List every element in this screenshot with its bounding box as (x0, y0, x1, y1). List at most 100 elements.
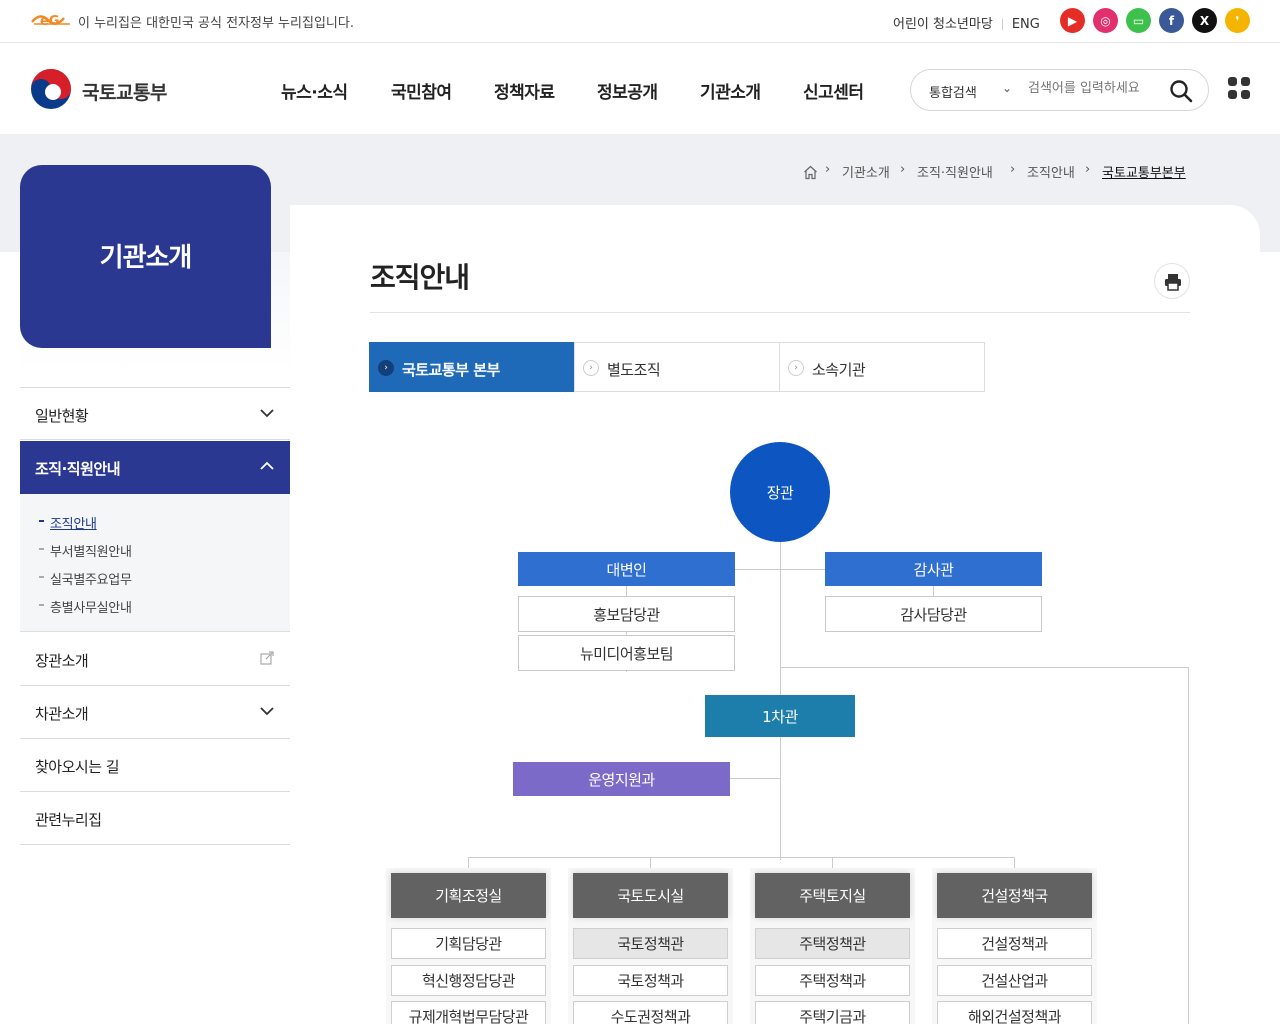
facebook-icon[interactable]: f (1159, 8, 1184, 33)
sidebar-item-vice-minister[interactable]: 차관소개 (20, 686, 290, 739)
site-name[interactable]: 국토교통부 (82, 78, 167, 105)
org-unit[interactable]: 주택정책관 (755, 928, 910, 959)
sidebar-item-organization[interactable]: 조직·직원안내 (20, 441, 290, 494)
org-line (468, 857, 1014, 858)
gnb-report[interactable]: 신고센터 (803, 78, 864, 103)
org-unit[interactable]: 홍보담당관 (518, 596, 735, 632)
gnb-news[interactable]: 뉴스·소식 (281, 78, 348, 103)
all-menu-icon[interactable] (1228, 77, 1250, 101)
org-unit[interactable]: 주택정책과 (755, 965, 910, 996)
org-unit[interactable]: 기획담당관 (391, 928, 546, 959)
org-unit[interactable]: 건설정책과 (937, 928, 1092, 959)
top-links: 어린이 청소년마당 ENG (893, 13, 1040, 32)
chevron-right-icon: › (1010, 162, 1016, 177)
sidebar-item-label: 찾아오시는 길 (35, 758, 120, 776)
divider (370, 312, 1190, 313)
sidebar-submenu: 조직안내 부서별직원안내 실국별주요업무 층별사무실안내 (20, 494, 290, 632)
search-scope-select[interactable]: 통합검색 (929, 82, 977, 101)
external-link-icon (260, 651, 274, 665)
chevron-right-icon: › (583, 360, 599, 376)
submenu-floor-offices[interactable]: 층별사무실안내 (50, 597, 132, 616)
blog-icon[interactable]: ▭ (1126, 8, 1151, 33)
org-unit[interactable]: 주택기금과 (755, 1001, 910, 1024)
divider (1001, 19, 1003, 30)
tab-label: 국토교통부 본부 (402, 361, 500, 379)
submenu-main-duties[interactable]: 실국별주요업무 (50, 569, 132, 588)
gnb-disclosure[interactable]: 정보공개 (597, 78, 658, 103)
org-unit[interactable]: 뉴미디어홍보팀 (518, 635, 735, 671)
org-unit[interactable]: 혁신행정담당관 (391, 965, 546, 996)
submenu-staff-by-dept[interactable]: 부서별직원안내 (50, 541, 132, 560)
org-minister[interactable]: 장관 (730, 442, 830, 542)
tab-affiliated[interactable]: › 소속기관 (779, 342, 985, 392)
submenu-org-guide[interactable]: 조직안내 (50, 513, 97, 532)
gnb-participation[interactable]: 국민참여 (391, 78, 452, 103)
chevron-right-icon: › (900, 162, 906, 177)
org-line (780, 667, 1189, 668)
gov-banner: eG 이 누리집은 대한민국 공식 전자정부 누리집입니다. 어린이 청소년마당… (0, 0, 1280, 43)
site-header: 국토교통부 뉴스·소식 국민참여 정책자료 정보공개 기관소개 신고센터 통합검… (0, 43, 1280, 134)
taegeuk-logo-icon[interactable] (30, 68, 72, 110)
chevron-down-icon (260, 409, 274, 418)
kakaostory-icon[interactable]: ❜ (1225, 8, 1250, 33)
search-icon[interactable] (1169, 79, 1193, 103)
org-line (1188, 667, 1189, 1024)
page-title: 조직안내 (370, 261, 470, 294)
tab-label: 별도조직 (607, 361, 661, 379)
org-unit[interactable]: 해외건설정책과 (937, 1001, 1092, 1024)
sidebar-title: 기관소개 (99, 243, 193, 273)
sidebar-item-minister[interactable]: 장관소개 (20, 633, 290, 686)
org-department[interactable]: 주택토지실 (755, 873, 910, 918)
org-auditor[interactable]: 감사관 (825, 552, 1042, 586)
org-spokesperson[interactable]: 대변인 (518, 552, 735, 586)
eng-link[interactable]: ENG (1012, 17, 1040, 32)
org-unit[interactable]: 국토정책관 (573, 928, 728, 959)
tab-separate-org[interactable]: › 별도조직 (574, 342, 780, 392)
chevron-down-icon (260, 707, 274, 716)
search-box: 통합검색 ⌄ (910, 69, 1209, 111)
org-unit[interactable]: 건설산업과 (937, 965, 1092, 996)
home-icon[interactable] (803, 165, 818, 180)
breadcrumb-organization[interactable]: 조직·직원안내 (917, 162, 993, 181)
gnb-about[interactable]: 기관소개 (700, 78, 761, 103)
kids-link[interactable]: 어린이 청소년마당 (893, 17, 993, 32)
chevron-right-icon: › (788, 360, 804, 376)
print-button[interactable] (1154, 263, 1190, 299)
gov-notice: 이 누리집은 대한민국 공식 전자정부 누리집입니다. (78, 16, 354, 31)
org-unit[interactable]: 국토정책과 (573, 965, 728, 996)
org-department[interactable]: 국토도시실 (573, 873, 728, 918)
print-icon (1165, 274, 1181, 291)
x-icon[interactable]: X (1192, 8, 1217, 33)
bullet (39, 604, 44, 606)
org-unit[interactable]: 감사담당관 (825, 596, 1042, 632)
org-vice-minister[interactable]: 1차관 (705, 695, 855, 737)
breadcrumb-org-guide[interactable]: 조직안내 (1027, 162, 1075, 181)
sidebar-item-label: 관련누리집 (35, 811, 102, 829)
org-line (730, 778, 780, 779)
sidebar-item-related-sites[interactable]: 관련누리집 (20, 792, 290, 845)
org-department[interactable]: 기획조정실 (391, 873, 546, 918)
org-department[interactable]: 건설정책국 (937, 873, 1092, 918)
org-unit[interactable]: 수도권정책과 (573, 1001, 728, 1024)
svg-text:eG: eG (40, 14, 60, 29)
tab-headquarters[interactable]: › 국토교통부 본부 (369, 342, 575, 392)
bullet (39, 576, 44, 578)
breadcrumb-current[interactable]: 국토교통부본부 (1102, 162, 1186, 181)
chevron-right-icon: › (378, 360, 394, 376)
chevron-down-icon[interactable]: ⌄ (1002, 81, 1012, 95)
tab-label: 소속기관 (812, 361, 866, 379)
sidebar-item-label: 장관소개 (35, 652, 89, 670)
gnb-policy[interactable]: 정책자료 (494, 78, 555, 103)
youtube-icon[interactable]: ▶ (1060, 8, 1085, 33)
sidebar-item-label: 조직·직원안내 (35, 460, 121, 478)
breadcrumb-about[interactable]: 기관소개 (842, 162, 890, 181)
sidebar-item-general[interactable]: 일반현황 (20, 387, 290, 440)
instagram-icon[interactable]: ◎ (1093, 8, 1118, 33)
sidebar-item-directions[interactable]: 찾아오시는 길 (20, 739, 290, 792)
search-input[interactable] (1028, 81, 1153, 96)
bullet (39, 520, 44, 522)
sidebar-title-box: 기관소개 (20, 165, 271, 348)
org-support-division[interactable]: 운영지원과 (513, 762, 730, 796)
org-unit[interactable]: 규제개혁법무담당관 (391, 1001, 546, 1024)
chevron-right-icon: › (1085, 162, 1091, 177)
